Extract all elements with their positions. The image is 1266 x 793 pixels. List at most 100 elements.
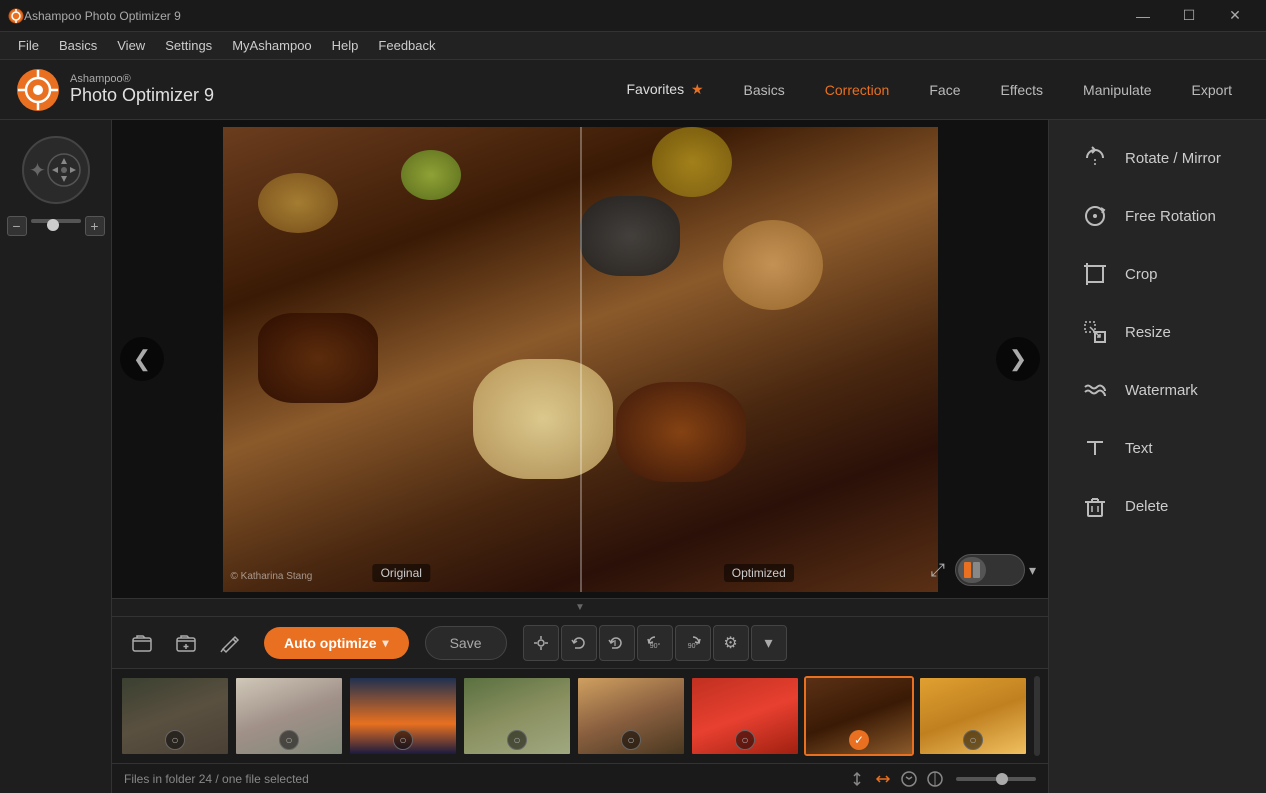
thumb-check-6: ○ bbox=[735, 730, 755, 750]
maximize-button[interactable]: ☐ bbox=[1166, 0, 1212, 32]
minimize-button[interactable]: — bbox=[1120, 0, 1166, 32]
zoom-in-button[interactable]: + bbox=[85, 216, 105, 236]
tab-face[interactable]: Face bbox=[911, 74, 978, 106]
brand-name: Ashampoo® bbox=[70, 73, 214, 85]
photo-display: Original Optimized © Katharina Stang bbox=[223, 127, 938, 592]
prev-arrow-button[interactable]: ❮ bbox=[120, 337, 164, 381]
rotate-right-button[interactable]: 90° bbox=[675, 625, 711, 661]
menu-help[interactable]: Help bbox=[322, 34, 369, 57]
filmstrip-thumb-3[interactable]: ○ bbox=[348, 676, 458, 756]
label-original: Original bbox=[373, 564, 430, 582]
sort-icon[interactable] bbox=[848, 770, 866, 788]
menu-settings[interactable]: Settings bbox=[155, 34, 222, 57]
swap-icon[interactable] bbox=[874, 770, 892, 788]
tab-manipulate[interactable]: Manipulate bbox=[1065, 74, 1170, 106]
header: Ashampoo® Photo Optimizer 9 Favorites ★ … bbox=[0, 60, 1266, 120]
center-area: ❮ Original Optimize bbox=[112, 120, 1048, 793]
status-bar: Files in folder 24 / one file selected bbox=[112, 763, 1048, 793]
settings-button[interactable]: ⚙ bbox=[713, 625, 749, 661]
tab-effects[interactable]: Effects bbox=[982, 74, 1061, 106]
thumb-check-2: ○ bbox=[279, 730, 299, 750]
tab-favorites[interactable]: Favorites ★ bbox=[609, 73, 722, 106]
product-name: Photo Optimizer 9 bbox=[70, 85, 214, 106]
zoom-control: − + bbox=[7, 216, 105, 236]
menu-file[interactable]: File bbox=[8, 34, 49, 57]
filter-icon[interactable] bbox=[926, 770, 944, 788]
window-controls[interactable]: — ☐ ✕ bbox=[1120, 0, 1258, 32]
thumb-check-8: ○ bbox=[963, 730, 983, 750]
thumb-check-1: ○ bbox=[165, 730, 185, 750]
filmstrip-scrollbar[interactable] bbox=[1034, 676, 1040, 756]
auto-optimize-button[interactable]: Auto optimize ▾ bbox=[264, 627, 409, 659]
filmstrip-thumb-7[interactable]: ✓ bbox=[804, 676, 914, 756]
menu-myashampoo[interactable]: MyAshampoo bbox=[222, 34, 321, 57]
app-icon bbox=[8, 8, 24, 24]
filmstrip-thumb-5[interactable]: ○ bbox=[576, 676, 686, 756]
collapse-icon: ▼ bbox=[575, 602, 585, 613]
close-button[interactable]: ✕ bbox=[1212, 0, 1258, 32]
tab-export[interactable]: Export bbox=[1174, 74, 1250, 106]
nav-tabs: Favorites ★ Basics Correction Face Effec… bbox=[609, 73, 1251, 106]
bottom-zoom-thumb bbox=[996, 773, 1008, 785]
next-arrow-button[interactable]: ❯ bbox=[996, 337, 1040, 381]
rotate-mirror-icon bbox=[1081, 144, 1109, 172]
manipulate-delete[interactable]: Delete bbox=[1057, 478, 1258, 534]
free-rotation-label: Free Rotation bbox=[1125, 208, 1216, 225]
rotate-mirror-label: Rotate / Mirror bbox=[1125, 150, 1221, 167]
manipulate-resize[interactable]: Resize bbox=[1057, 304, 1258, 360]
zoom-out-button[interactable]: − bbox=[7, 216, 27, 236]
thumb-check-7: ✓ bbox=[849, 730, 869, 750]
action-tools: 90° 90° ⚙ ▾ bbox=[523, 625, 787, 661]
manipulate-menu: Rotate / Mirror Free Rotation bbox=[1049, 120, 1266, 544]
view-mode-dropdown[interactable]: ▾ bbox=[1029, 562, 1036, 579]
bottom-zoom-track[interactable] bbox=[956, 777, 1036, 781]
menu-feedback[interactable]: Feedback bbox=[368, 34, 445, 57]
free-rotation-icon bbox=[1081, 202, 1109, 230]
open-file-button[interactable] bbox=[124, 625, 160, 661]
status-text: Files in folder 24 / one file selected bbox=[124, 772, 309, 786]
auto-optimize-dropdown: ▾ bbox=[383, 636, 389, 650]
filmstrip-thumb-6[interactable]: ○ bbox=[690, 676, 800, 756]
rotate-left-button[interactable]: 90° bbox=[637, 625, 673, 661]
more-button[interactable]: ▾ bbox=[751, 625, 787, 661]
view-mode-inner bbox=[958, 557, 986, 583]
save-button[interactable]: Save bbox=[425, 626, 507, 660]
pan-control[interactable] bbox=[22, 136, 90, 204]
view-mode-button[interactable] bbox=[955, 554, 1025, 586]
window-title: Ashampoo Photo Optimizer 9 bbox=[24, 9, 1120, 23]
edit-button[interactable] bbox=[212, 625, 248, 661]
collapse-strip[interactable]: ▼ bbox=[112, 598, 1048, 616]
watermark-icon bbox=[1081, 376, 1109, 404]
view-controls: ⤢ ▾ bbox=[931, 554, 1036, 586]
tab-correction[interactable]: Correction bbox=[807, 74, 908, 106]
tab-basics[interactable]: Basics bbox=[726, 74, 803, 106]
manipulate-free-rotation[interactable]: Free Rotation bbox=[1057, 188, 1258, 244]
text-label: Text bbox=[1125, 440, 1153, 457]
filmstrip: ○ ○ ○ ○ ○ bbox=[112, 668, 1048, 763]
zoom-thumb bbox=[47, 219, 59, 231]
bottom-toolbar: Auto optimize ▾ Save bbox=[112, 616, 1048, 668]
manipulate-rotate-mirror[interactable]: Rotate / Mirror bbox=[1057, 130, 1258, 186]
filmstrip-thumb-8[interactable]: ○ bbox=[918, 676, 1028, 756]
manipulate-watermark[interactable]: Watermark bbox=[1057, 362, 1258, 418]
compare-icon[interactable] bbox=[900, 770, 918, 788]
magic-enhance-button[interactable] bbox=[523, 625, 559, 661]
menu-basics[interactable]: Basics bbox=[49, 34, 107, 57]
delete-label: Delete bbox=[1125, 498, 1168, 515]
add-file-button[interactable] bbox=[168, 625, 204, 661]
filmstrip-thumb-4[interactable]: ○ bbox=[462, 676, 572, 756]
svg-text:90°: 90° bbox=[687, 642, 698, 650]
fullscreen-icon[interactable]: ⤢ bbox=[931, 560, 945, 581]
menu-view[interactable]: View bbox=[107, 34, 155, 57]
manipulate-text[interactable]: Text bbox=[1057, 420, 1258, 476]
thumb-check-3: ○ bbox=[393, 730, 413, 750]
undo-all-button[interactable] bbox=[599, 625, 635, 661]
image-split-divider bbox=[580, 127, 582, 592]
filmstrip-thumb-2[interactable]: ○ bbox=[234, 676, 344, 756]
undo-button[interactable] bbox=[561, 625, 597, 661]
filmstrip-thumb-1[interactable]: ○ bbox=[120, 676, 230, 756]
photo-credit: © Katharina Stang bbox=[231, 571, 313, 582]
title-bar: Ashampoo Photo Optimizer 9 — ☐ ✕ bbox=[0, 0, 1266, 32]
right-panel: Rotate / Mirror Free Rotation bbox=[1048, 120, 1266, 793]
manipulate-crop[interactable]: Crop bbox=[1057, 246, 1258, 302]
